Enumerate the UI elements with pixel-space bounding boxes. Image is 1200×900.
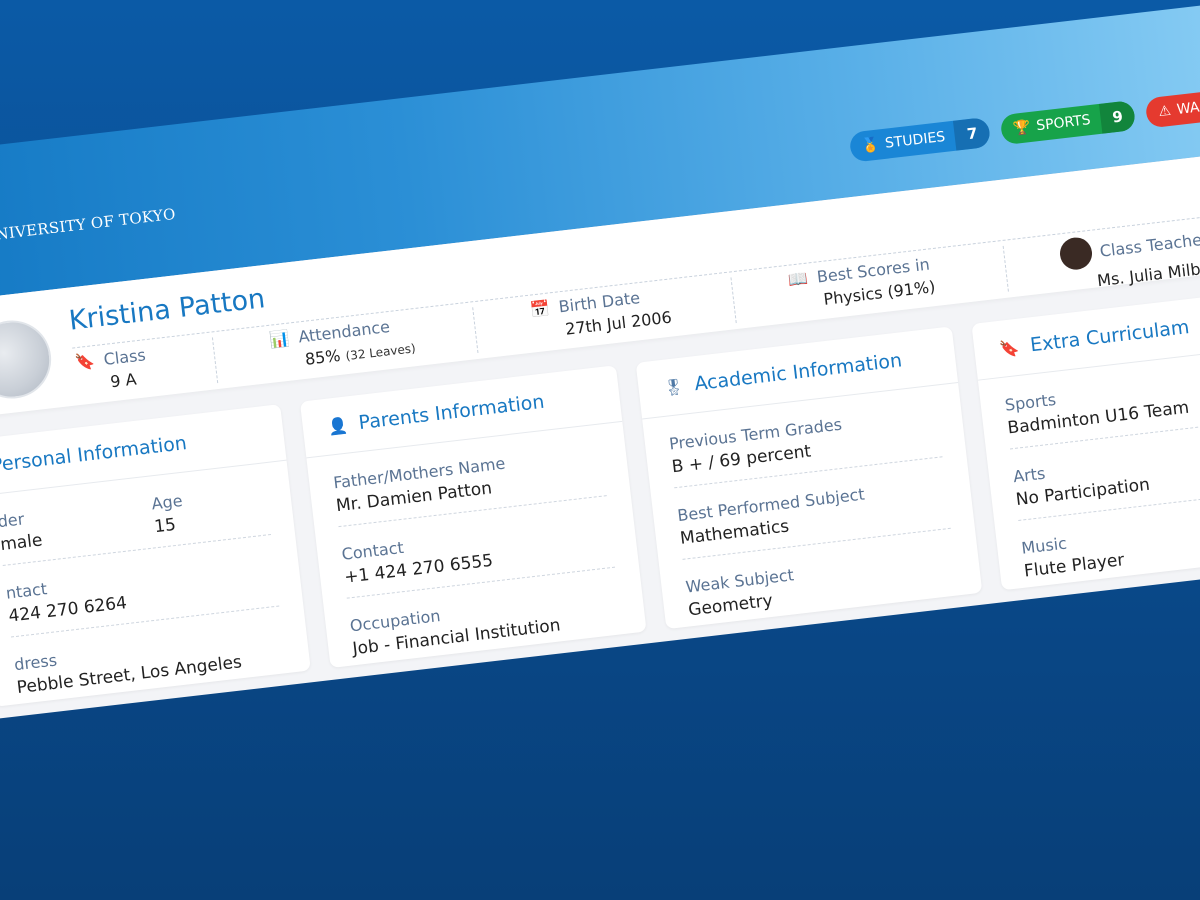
divider	[211, 337, 219, 384]
sports-label: SPORTS	[1035, 112, 1092, 135]
bookmark-icon: 🔖	[73, 351, 96, 373]
extra-title: Extra Curriculam	[1028, 316, 1191, 357]
best-subject: Best Performed Subject Mathematics	[676, 475, 951, 560]
bar-chart-icon: 📊	[268, 328, 291, 350]
studies-count: 7	[953, 116, 992, 151]
calendar-icon: 📅	[528, 298, 551, 320]
studies-label: STUDIES	[884, 128, 947, 152]
profile-board: UNIVERSITY OF TOKYO 🏅 STUDIES 7 🏆 SPORTS 9…	[0, 0, 1200, 719]
attendance-note: (32 Leaves)	[344, 341, 417, 364]
personal-card: Personal Information der male Age 15 nta…	[0, 404, 311, 707]
warnings-badge[interactable]: ⚠ WARNINGS	[1144, 85, 1200, 129]
stage: UNIVERSITY OF TOKYO 🏅 STUDIES 7 🏆 SPORTS 9…	[0, 0, 1200, 900]
medal-icon: 🏅	[861, 136, 881, 155]
class-value: 9 A	[109, 369, 138, 392]
divider	[472, 307, 479, 354]
class-teacher-label: Class Teacher	[1098, 228, 1200, 261]
personal-title: Personal Information	[0, 432, 188, 477]
student-avatar	[0, 316, 56, 403]
gender-age-row: der male Age 15	[0, 481, 272, 566]
studies-badge[interactable]: 🏅 STUDIES 7	[848, 116, 992, 163]
bookmark-icon: 🔖	[998, 337, 1021, 359]
previous-grades: Previous Term Grades B + / 69 percent	[668, 403, 943, 489]
divider	[730, 277, 737, 324]
badge-group: 🏅 STUDIES 7 🏆 SPORTS 9 ⚠ WARNINGS	[848, 85, 1200, 163]
parent-contact: Contact +1 424 270 6555	[340, 513, 616, 599]
sports-badge[interactable]: 🏆 SPORTS 9	[999, 100, 1137, 146]
academic-card: 🎖 Academic Information Previous Term Grad…	[635, 326, 983, 631]
book-icon: 📖	[787, 268, 810, 290]
personal-contact: ntact 424 270 6264	[4, 552, 280, 638]
class-label: Class	[102, 345, 147, 369]
personal-address: dress Pebble Street, Los Angeles	[13, 624, 287, 708]
birth-date-stat: 📅 Birth Date 27th Jul 2006	[528, 285, 673, 347]
sports-count: 9	[1098, 100, 1137, 134]
trophy-icon: 🏆	[1012, 119, 1032, 137]
divider	[1002, 245, 1009, 292]
university-logo: UNIVERSITY OF TOKYO	[0, 204, 177, 246]
best-scores-stat: 📖 Best Scores in Physics (91%)	[786, 254, 937, 317]
attendance-stat: 📊 Attendance 85% (32 Leaves)	[268, 314, 417, 376]
teacher-avatar	[1058, 235, 1094, 272]
warning-icon: ⚠	[1157, 102, 1172, 121]
extra-sports: Sports Badminton U16 Team	[1003, 364, 1200, 450]
award-icon: 🎖	[662, 376, 685, 398]
person-icon: 👤	[326, 414, 349, 437]
warnings-label: WARNINGS	[1176, 93, 1200, 118]
parents-card: 👤 Parents Information Father/Mothers Name…	[299, 365, 647, 670]
extra-card: 🔖 Extra Curriculam Sports Badminton U16 T…	[971, 287, 1200, 592]
extra-arts: Arts No Participation	[1012, 436, 1200, 521]
academic-title: Academic Information	[693, 349, 904, 396]
weak-subject: Weak Subject Geometry	[685, 547, 959, 631]
class-stat: 🔖 Class 9 A	[73, 345, 150, 399]
parent-occupation: Occupation Job - Financial Institution	[349, 586, 623, 670]
attendance-value: 85%	[303, 345, 342, 369]
parents-title: Parents Information	[357, 390, 546, 435]
extra-music: Music Flute Player	[1020, 508, 1200, 592]
parent-name: Father/Mothers Name Mr. Damien Patton	[332, 442, 607, 528]
